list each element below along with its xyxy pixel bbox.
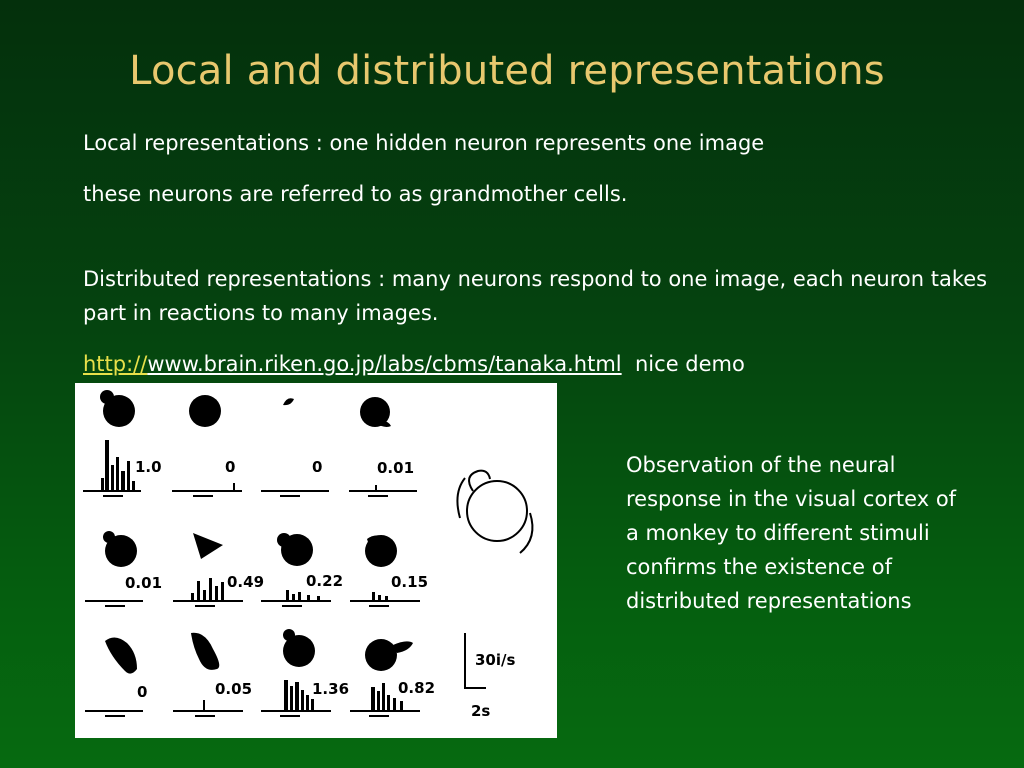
histogram-r1c4: [349, 485, 417, 497]
stimulus-r3c1: [105, 637, 137, 674]
response-r3c4: 0.82: [398, 679, 435, 697]
stimulus-r2c2: [193, 533, 223, 559]
histogram-r3c2: [173, 700, 243, 717]
histogram-r2c1: [85, 600, 143, 607]
receptive-field-sketch: [456, 469, 534, 554]
neural-response-figure-svg: 1.0 0 0 0.01 0.01 0.49 0.22 0.15 0 0.05 …: [83, 390, 534, 720]
histogram-r1c3: [261, 490, 329, 497]
response-r1c4: 0.01: [377, 459, 414, 477]
histogram-r1c2: [172, 483, 242, 497]
figure-caption: Observation of the neural response in th…: [626, 453, 957, 613]
demo-link[interactable]: www.brain.riken.go.jp/labs/cbms/tanaka.h…: [147, 352, 621, 376]
demo-link-prefix[interactable]: http://: [83, 352, 147, 376]
stimulus-r1c3: [283, 398, 294, 406]
stimulus-r1c2: [189, 395, 221, 427]
slide-title: Local and distributed representations: [129, 48, 885, 94]
response-r2c2: 0.49: [227, 573, 264, 591]
response-r1c1: 1.0: [135, 458, 162, 476]
stimulus-r2c1: [103, 531, 137, 567]
response-r1c3: 0: [312, 458, 322, 476]
stimulus-r3c3: [283, 629, 315, 667]
scale-time-label: 2s: [471, 702, 490, 720]
stimulus-r3c2: [191, 632, 220, 670]
scale-rate-label: 30i/s: [475, 651, 515, 669]
distributed-representations-text: Distributed representations : many neuro…: [83, 267, 988, 325]
histogram-r3c1: [85, 710, 143, 717]
response-r1c2: 0: [225, 458, 235, 476]
response-r3c3: 1.36: [312, 680, 349, 698]
grandmother-cells-text: these neurons are referred to as grandmo…: [83, 182, 628, 206]
stimulus-r2c3: [277, 533, 313, 566]
stimulus-r2c4: [365, 535, 397, 567]
histogram-r2c3: [261, 590, 331, 607]
stimulus-r1c1: [100, 390, 135, 427]
response-r3c2: 0.05: [215, 680, 252, 698]
response-r2c3: 0.22: [306, 572, 343, 590]
histogram-r1c1: [83, 440, 141, 497]
response-r2c4: 0.15: [391, 573, 428, 591]
response-r2c1: 0.01: [125, 574, 162, 592]
demo-link-line: http://www.brain.riken.go.jp/labs/cbms/t…: [83, 347, 745, 381]
response-r3c1: 0: [137, 683, 147, 701]
histogram-r2c4: [350, 592, 420, 607]
demo-link-note: nice demo: [635, 352, 745, 376]
local-representations-text: Local representations : one hidden neuro…: [83, 131, 765, 155]
stimulus-r1c4: [360, 397, 391, 427]
neural-response-figure: 1.0 0 0 0.01 0.01 0.49 0.22 0.15 0 0.05 …: [75, 383, 557, 738]
stimulus-r3c4: [365, 639, 413, 671]
